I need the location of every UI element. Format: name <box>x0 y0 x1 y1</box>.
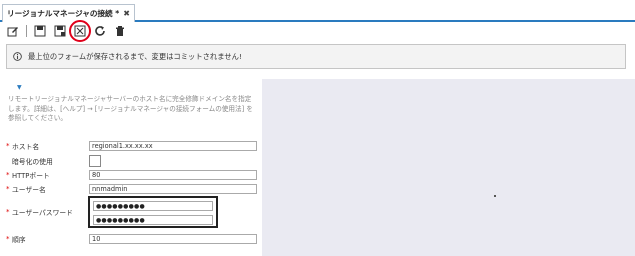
password-label: ユーザーパスワード <box>12 209 73 217</box>
detail-panel <box>262 79 635 256</box>
save-icon[interactable] <box>33 24 47 38</box>
tab-regional-manager-connection[interactable]: リージョナルマネージャの接続 * ✖ <box>2 4 135 22</box>
hostname-label: ホスト名 <box>12 143 40 151</box>
tab-bar: リージョナルマネージャの接続 * ✖ <box>0 0 635 22</box>
notice-text: 最上位のフォームが保存されるまで、変更はコミットされません! <box>28 51 242 61</box>
hostname-field[interactable]: regional1.xx.xx.xx <box>89 141 257 151</box>
chevron-down-icon[interactable]: ▼ <box>17 84 22 91</box>
encryption-checkbox[interactable] <box>89 155 101 167</box>
order-row: * 順序 <box>6 233 26 245</box>
highlight-circle <box>69 20 91 42</box>
encryption-label: 暗号化の使用 <box>12 158 53 166</box>
password-row: * ユーザーパスワード <box>6 206 73 218</box>
toolbar-separator <box>26 25 27 37</box>
close-icon[interactable]: ✖ <box>123 9 130 18</box>
notice-bar: 最上位のフォームが保存されるまで、変更はコミットされません! <box>6 44 626 69</box>
cursor-dot <box>494 195 496 197</box>
http-port-row: * HTTPポート <box>6 169 50 181</box>
save-and-new-icon[interactable] <box>69 20 91 42</box>
toolbar <box>0 20 635 42</box>
hostname-row: * ホスト名 <box>6 140 39 152</box>
password-group: ●●●●●●●●● ●●●●●●●●● <box>88 196 218 228</box>
password-confirm-field[interactable]: ●●●●●●●●● <box>93 215 213 225</box>
password-field[interactable]: ●●●●●●●●● <box>93 201 213 211</box>
save-and-close-icon[interactable] <box>53 24 67 38</box>
info-icon <box>13 52 22 61</box>
order-label: 順序 <box>12 236 26 244</box>
edit-icon[interactable] <box>6 24 20 38</box>
form-panel: ▼ リモートリージョナルマネージャサーバーのホスト名に完全修飾ドメイン名を指定し… <box>4 79 259 256</box>
delete-icon[interactable] <box>113 24 127 38</box>
http-port-label: HTTPポート <box>12 172 50 180</box>
username-field[interactable]: nnmadmin <box>89 184 257 194</box>
refresh-icon[interactable] <box>93 24 107 38</box>
order-field[interactable]: 10 <box>89 234 257 244</box>
username-label: ユーザー名 <box>12 186 46 194</box>
form-description: リモートリージョナルマネージャサーバーのホスト名に完全修飾ドメイン名を指定します… <box>8 95 253 123</box>
username-row: * ユーザー名 <box>6 183 46 195</box>
tab-title: リージョナルマネージャの接続 * <box>7 9 120 18</box>
encryption-row: 暗号化の使用 <box>6 155 53 167</box>
http-port-field[interactable]: 80 <box>89 170 257 180</box>
